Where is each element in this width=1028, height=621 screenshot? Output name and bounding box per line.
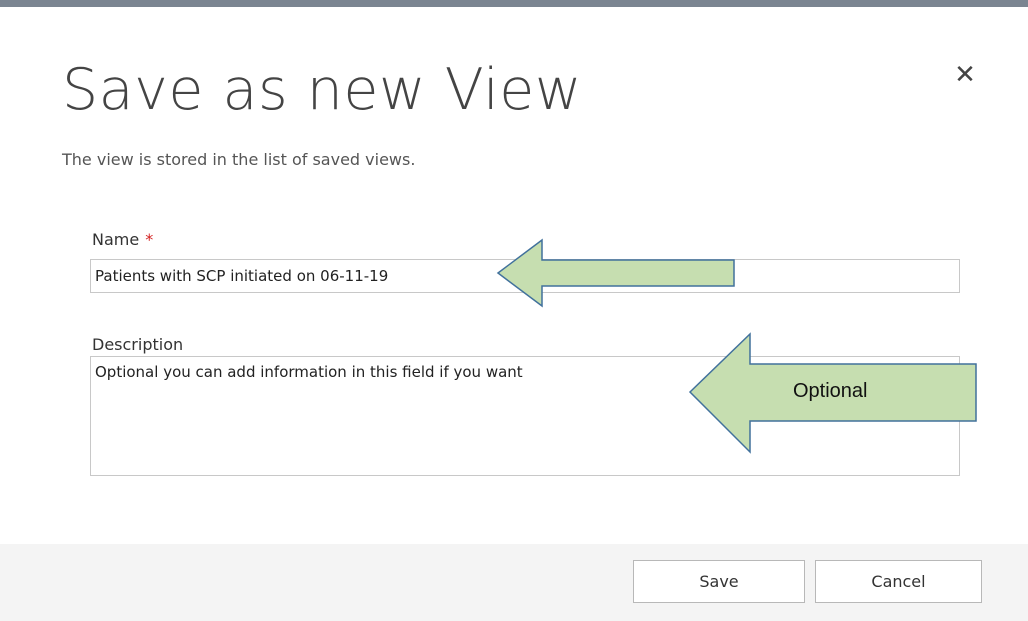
required-marker: * [145, 230, 154, 249]
save-button[interactable]: Save [633, 560, 805, 603]
name-label-text: Name [92, 230, 140, 249]
dialog-subtitle: The view is stored in the list of saved … [62, 150, 416, 169]
dialog-title: Save as new View [62, 57, 582, 123]
name-label: Name * [92, 230, 153, 249]
description-label: Description [92, 335, 184, 354]
cancel-button[interactable]: Cancel [815, 560, 982, 603]
name-input[interactable] [90, 259, 960, 293]
description-textarea[interactable]: Optional you can add information in this… [90, 356, 960, 476]
close-icon[interactable]: ✕ [952, 60, 978, 90]
optional-annotation-label: Optional [793, 380, 868, 402]
top-bar [0, 0, 1028, 7]
